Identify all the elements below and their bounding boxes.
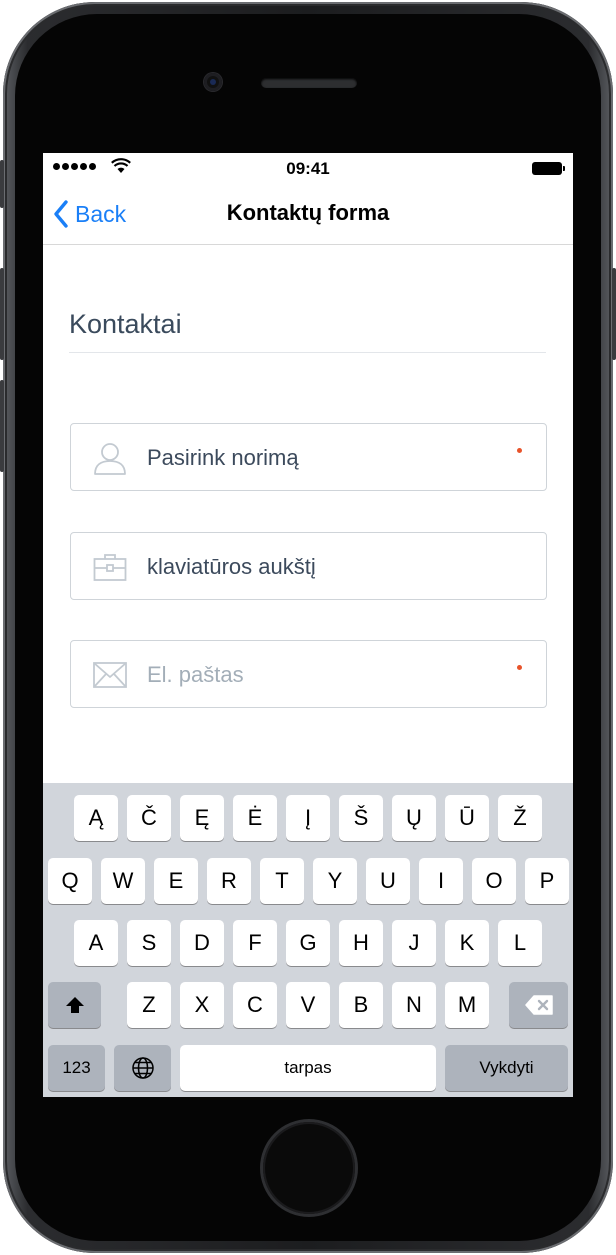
page-title: Kontaktų forma [226, 200, 390, 225]
section-title: Kontaktai [69, 309, 182, 339]
keyboard-height-input[interactable] [147, 547, 507, 587]
required-indicator [517, 448, 522, 453]
key-l[interactable]: L [498, 920, 542, 966]
front-camera [204, 73, 222, 91]
globe-key[interactable] [114, 1045, 171, 1091]
app-screen: 09:41 Back Kontaktų forma Kontaktai Pasi… [43, 153, 573, 1097]
key-x[interactable]: X [180, 982, 224, 1028]
space-key[interactable]: tarpas [180, 1045, 436, 1091]
key-t[interactable]: T [260, 858, 304, 904]
key-d[interactable]: D [180, 920, 224, 966]
on-screen-keyboard: ĄČĘĖĮŠŲŪŽ QWERTYUIOP ASDFGHJKL ZXCVBNM 1… [43, 783, 573, 1097]
delete-key[interactable] [509, 982, 568, 1028]
shift-icon [65, 997, 84, 1013]
key-ū[interactable]: Ū [445, 795, 489, 841]
keyboard-height-field[interactable] [70, 532, 547, 600]
briefcase-icon [93, 554, 127, 581]
envelope-icon [93, 662, 127, 688]
email-input[interactable] [147, 655, 507, 695]
key-ž[interactable]: Ž [498, 795, 542, 841]
key-n[interactable]: N [392, 982, 436, 1028]
key-q[interactable]: Q [48, 858, 92, 904]
required-indicator [517, 665, 522, 670]
email-field[interactable] [70, 640, 547, 708]
key-r[interactable]: R [207, 858, 251, 904]
key-s[interactable]: S [127, 920, 171, 966]
key-a[interactable]: A [74, 920, 118, 966]
person-icon [94, 443, 126, 475]
key-h[interactable]: H [339, 920, 383, 966]
battery-icon [532, 162, 565, 175]
volume-down-button [0, 380, 4, 472]
shift-key[interactable] [48, 982, 101, 1028]
numbers-key[interactable]: 123 [48, 1045, 105, 1091]
key-į[interactable]: Į [286, 795, 330, 841]
globe-icon [131, 1057, 154, 1079]
navigation-bar: Back Kontaktų forma [43, 183, 573, 245]
key-u[interactable]: U [366, 858, 410, 904]
mute-switch [0, 160, 4, 208]
key-ą[interactable]: Ą [74, 795, 118, 841]
key-g[interactable]: G [286, 920, 330, 966]
name-field[interactable] [70, 423, 547, 491]
key-e[interactable]: E [154, 858, 198, 904]
key-ų[interactable]: Ų [392, 795, 436, 841]
key-k[interactable]: K [445, 920, 489, 966]
key-z[interactable]: Z [127, 982, 171, 1028]
key-c[interactable]: C [233, 982, 277, 1028]
name-input[interactable] [147, 438, 507, 478]
key-š[interactable]: Š [339, 795, 383, 841]
power-button [612, 268, 616, 360]
status-bar: 09:41 [43, 153, 573, 183]
key-ė[interactable]: Ė [233, 795, 277, 841]
key-m[interactable]: M [445, 982, 489, 1028]
backspace-icon [524, 995, 553, 1015]
key-y[interactable]: Y [313, 858, 357, 904]
key-j[interactable]: J [392, 920, 436, 966]
key-w[interactable]: W [101, 858, 145, 904]
key-ę[interactable]: Ę [180, 795, 224, 841]
status-time: 09:41 [286, 159, 330, 178]
earpiece-speaker [261, 78, 357, 88]
volume-up-button [0, 268, 4, 360]
key-č[interactable]: Č [127, 795, 171, 841]
key-f[interactable]: F [233, 920, 277, 966]
key-p[interactable]: P [525, 858, 569, 904]
key-v[interactable]: V [286, 982, 330, 1028]
key-b[interactable]: B [339, 982, 383, 1028]
key-i[interactable]: I [419, 858, 463, 904]
return-key[interactable]: Vykdyti [445, 1045, 568, 1091]
key-o[interactable]: O [472, 858, 516, 904]
home-button[interactable] [263, 1122, 355, 1214]
section-divider [69, 352, 546, 353]
